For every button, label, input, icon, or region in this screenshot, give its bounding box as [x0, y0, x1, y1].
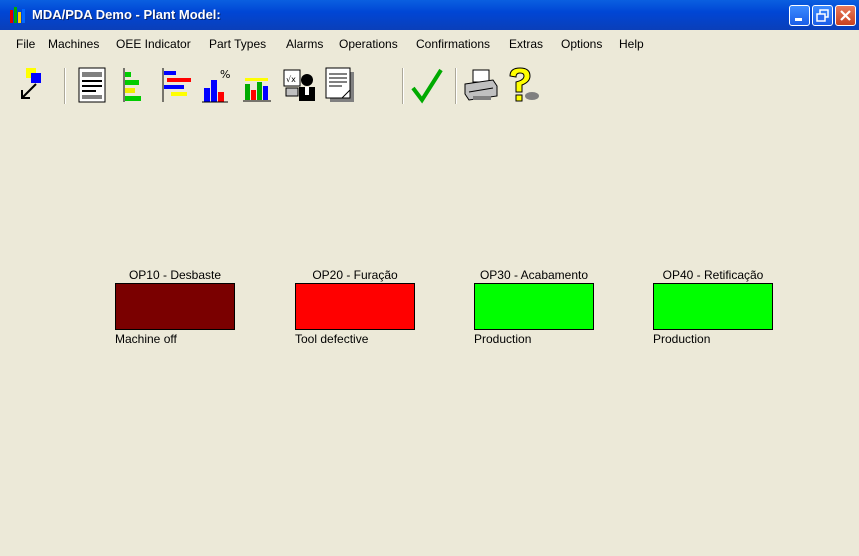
menu-extras[interactable]: Extras: [509, 37, 543, 51]
gantt-bars-button[interactable]: [116, 66, 156, 106]
operator-icon: √x: [283, 69, 315, 101]
bar-chart-icon: [243, 78, 271, 102]
minimize-button[interactable]: [789, 5, 810, 26]
svg-text:%: %: [220, 68, 230, 81]
close-button[interactable]: [835, 5, 856, 26]
machine-label-op30: OP30 - Acabamento: [479, 268, 589, 282]
machine-data-icon: [78, 67, 106, 103]
help-icon: [509, 67, 539, 102]
exit-button[interactable]: [16, 66, 56, 106]
machine-status-op40: Production: [653, 332, 711, 346]
printer-icon: [464, 69, 498, 101]
print-button[interactable]: [461, 66, 501, 106]
machine-op30[interactable]: [474, 283, 594, 330]
exit-icon: [21, 68, 41, 99]
operator-button[interactable]: √x: [280, 66, 320, 106]
machine-status-op20: Tool defective: [295, 332, 369, 346]
menu-alarms[interactable]: Alarms: [286, 37, 323, 51]
minimize-icon: [795, 18, 802, 21]
checkmark-icon: [411, 68, 443, 104]
machine-op20[interactable]: [295, 283, 415, 330]
percent-chart-icon: %: [202, 68, 230, 103]
title-bar: MDA/PDA Demo - Plant Model:: [0, 0, 859, 30]
document-button[interactable]: [320, 66, 360, 106]
menu-help[interactable]: Help: [619, 37, 644, 51]
close-icon: [840, 10, 851, 21]
restore-button[interactable]: [812, 5, 833, 26]
machine-status-op30: Production: [474, 332, 532, 346]
machine-data-button[interactable]: [75, 66, 115, 106]
gantt-bars-icon: [123, 68, 141, 102]
toolbar-separator: [64, 68, 66, 104]
percent-chart-button[interactable]: %: [198, 66, 238, 106]
timeline-bars-icon: [162, 68, 191, 102]
machine-op40[interactable]: [653, 283, 773, 330]
machine-op10[interactable]: [115, 283, 235, 330]
machine-label-op20: OP20 - Furação: [312, 268, 398, 282]
toolbar: % √x: [0, 62, 859, 112]
machine-label-op40: OP40 - Retificação: [662, 268, 764, 282]
menu-machines[interactable]: Machines: [48, 37, 99, 51]
toolbar-separator: [402, 68, 404, 104]
menu-file[interactable]: File: [16, 37, 35, 51]
machine-status-op10: Machine off: [115, 332, 177, 346]
menu-operations[interactable]: Operations: [339, 37, 398, 51]
menu-options[interactable]: Options: [561, 37, 602, 51]
svg-text:√x: √x: [286, 75, 296, 84]
document-icon: [325, 67, 354, 102]
menu-confirmations[interactable]: Confirmations: [416, 37, 490, 51]
menu-part-types[interactable]: Part Types: [209, 37, 266, 51]
machine-label-op10: OP10 - Desbaste: [128, 268, 222, 282]
toolbar-separator: [455, 68, 457, 104]
window-title: MDA/PDA Demo - Plant Model:: [32, 7, 221, 22]
menu-oee-indicator[interactable]: OEE Indicator: [116, 37, 191, 51]
menu-bar: File Machines OEE Indicator Part Types A…: [0, 33, 859, 55]
help-button[interactable]: [502, 66, 542, 106]
timeline-bars-button[interactable]: [157, 66, 197, 106]
bar-chart-button[interactable]: [239, 66, 279, 106]
app-icon: [10, 7, 25, 23]
confirm-button[interactable]: [408, 66, 448, 106]
restore-icon: [816, 9, 829, 22]
